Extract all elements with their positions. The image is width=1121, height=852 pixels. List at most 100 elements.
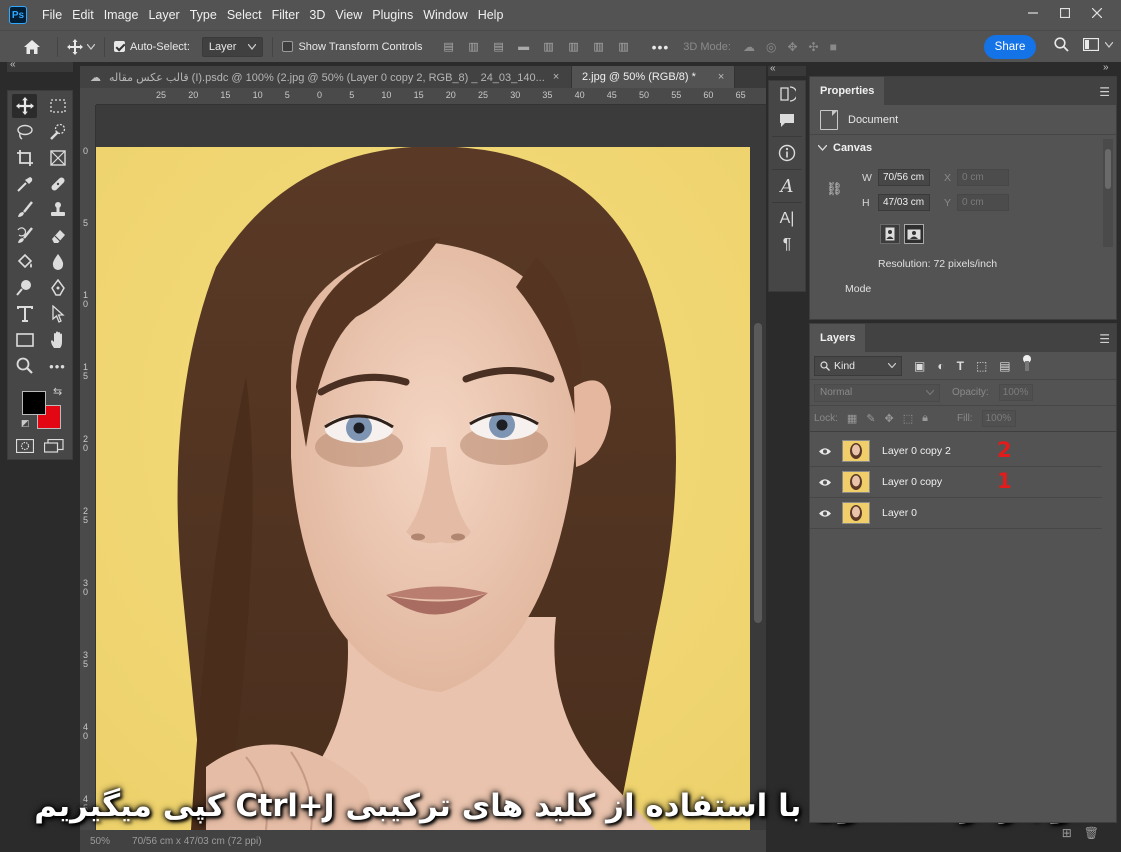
- menu-layer[interactable]: Layer: [143, 0, 184, 30]
- right-dock-collapse[interactable]: »: [1103, 62, 1117, 76]
- zoom-tool[interactable]: [8, 353, 41, 379]
- path-selection-tool[interactable]: [41, 301, 74, 327]
- history-brush-tool[interactable]: [8, 223, 41, 249]
- menu-file[interactable]: File: [37, 0, 67, 30]
- dodge-tool[interactable]: [8, 275, 41, 301]
- clone-stamp-tool[interactable]: [41, 197, 74, 223]
- crop-tool[interactable]: [8, 145, 41, 171]
- smart-object-filter-icon[interactable]: ▤: [999, 359, 1010, 373]
- lock-all-icon[interactable]: 🔒︎: [922, 412, 928, 425]
- visibility-toggle[interactable]: [810, 447, 840, 456]
- panel-menu-icon[interactable]: ☰: [1099, 332, 1110, 346]
- layer-row[interactable]: Layer 0 copy 2 2: [810, 436, 1102, 467]
- info-panel-button[interactable]: [769, 140, 805, 166]
- vertical-ruler[interactable]: 0 5 10 15 20 25 30 35 40 45: [80, 105, 96, 830]
- type-tool[interactable]: [8, 301, 41, 327]
- glyphs-panel-button[interactable]: A: [769, 173, 805, 199]
- tab-document-psdc[interactable]: ☁ قالب عکس مقاله (I).psdc @ 100% (2.jpg …: [80, 66, 572, 88]
- history-panel-button[interactable]: [769, 81, 805, 107]
- camera-3d-icon[interactable]: ■: [830, 40, 837, 54]
- lock-artboard-icon[interactable]: ⬚: [903, 412, 913, 425]
- more-tools-button[interactable]: •••: [41, 353, 74, 379]
- menu-type[interactable]: Type: [185, 0, 222, 30]
- tab-close-button[interactable]: ×: [718, 71, 724, 83]
- slide-3d-icon[interactable]: ✣: [809, 40, 819, 54]
- menu-edit[interactable]: Edit: [67, 0, 99, 30]
- pan-3d-icon[interactable]: ✥: [787, 40, 797, 54]
- align-middle-icon[interactable]: ▬: [518, 41, 530, 53]
- swap-colors-icon[interactable]: ⇆: [53, 385, 62, 398]
- roll-3d-icon[interactable]: ◎: [766, 40, 776, 54]
- rectangle-tool[interactable]: [8, 327, 41, 353]
- delete-layer-icon[interactable]: 🗑︎: [1084, 826, 1099, 840]
- lock-pixels-icon[interactable]: ✎: [866, 412, 875, 425]
- menu-filter[interactable]: Filter: [267, 0, 305, 30]
- align-left-icon[interactable]: ▤: [443, 41, 455, 53]
- opacity-field[interactable]: 100%: [998, 384, 1033, 401]
- canvas-section-header[interactable]: Canvas: [810, 135, 1116, 161]
- screen-mode-icon[interactable]: [43, 438, 64, 456]
- horizontal-ruler[interactable]: 25 20 15 10 5 0 5 10 15 20 25 30 35 40 45 50 55 60 65: [96, 88, 766, 105]
- eraser-tool[interactable]: [41, 223, 74, 249]
- link-dimensions-icon[interactable]: ⛓: [826, 181, 843, 197]
- canvas-image[interactable]: [96, 147, 750, 830]
- visibility-toggle[interactable]: [810, 478, 840, 487]
- layer-name[interactable]: Layer 0 copy: [882, 476, 942, 488]
- home-button[interactable]: [16, 33, 48, 61]
- y-field[interactable]: 0 cm: [957, 194, 1010, 211]
- new-layer-icon[interactable]: ⊞: [1062, 826, 1072, 840]
- menu-view[interactable]: View: [330, 0, 367, 30]
- filter-toggle[interactable]: [1022, 354, 1031, 373]
- pen-tool[interactable]: [41, 275, 74, 301]
- align-right-icon[interactable]: ▤: [493, 41, 505, 53]
- transform-controls-checkbox[interactable]: [282, 41, 294, 52]
- marquee-tool[interactable]: [41, 93, 74, 119]
- tab-close-button[interactable]: ×: [553, 71, 559, 83]
- properties-scrollbar[interactable]: [1103, 139, 1113, 247]
- align-top-icon[interactable]: ▥: [543, 41, 555, 53]
- blur-tool[interactable]: [41, 249, 74, 275]
- menu-help[interactable]: Help: [473, 0, 509, 30]
- layer-row[interactable]: Layer 0: [810, 498, 1102, 529]
- workspace-switcher[interactable]: [1083, 38, 1113, 51]
- auto-select-checkbox[interactable]: [114, 41, 125, 52]
- foreground-color-swatch[interactable]: [22, 391, 46, 415]
- lasso-tool[interactable]: [8, 119, 41, 145]
- tab-layers[interactable]: Layers: [810, 324, 866, 352]
- minimize-button[interactable]: [1017, 1, 1049, 25]
- menu-image[interactable]: Image: [99, 0, 144, 30]
- share-button[interactable]: Share: [984, 35, 1036, 59]
- menu-plugins[interactable]: Plugins: [367, 0, 418, 30]
- fill-field[interactable]: 100%: [981, 410, 1016, 427]
- layer-name[interactable]: Layer 0: [882, 507, 917, 519]
- align-vcenter-icon[interactable]: ▥: [568, 41, 580, 53]
- menu-select[interactable]: Select: [222, 0, 267, 30]
- type-filter-icon[interactable]: T: [957, 359, 964, 373]
- frame-tool[interactable]: [41, 145, 74, 171]
- adjustment-filter-icon[interactable]: ◐: [937, 359, 944, 373]
- eyedropper-tool[interactable]: [8, 171, 41, 197]
- brush-tool[interactable]: [8, 197, 41, 223]
- portrait-orientation-button[interactable]: [880, 224, 900, 244]
- orbit-3d-icon[interactable]: ☁: [743, 40, 755, 54]
- quick-mask-icon[interactable]: [15, 438, 35, 456]
- vertical-scrollbar[interactable]: [750, 105, 766, 830]
- lock-position-icon[interactable]: ✥: [885, 412, 894, 425]
- zoom-level[interactable]: 50%: [90, 836, 110, 847]
- tab-properties[interactable]: Properties: [810, 77, 885, 105]
- character-panel-button[interactable]: A|: [769, 206, 805, 232]
- height-field[interactable]: 47/03 cm: [878, 194, 930, 211]
- comments-panel-button[interactable]: [769, 107, 805, 133]
- width-field[interactable]: 70/56 cm: [878, 169, 930, 186]
- shape-filter-icon[interactable]: ⬚: [976, 359, 987, 373]
- tab-document-2jpg[interactable]: 2.jpg @ 50% (RGB/8) * ×: [572, 66, 736, 88]
- menu-3d[interactable]: 3D: [304, 0, 330, 30]
- filter-kind-dropdown[interactable]: Kind: [814, 355, 902, 376]
- move-tool[interactable]: [12, 94, 37, 118]
- blend-mode-dropdown[interactable]: Normal: [814, 383, 940, 402]
- scrollbar-thumb[interactable]: [754, 323, 762, 623]
- maximize-button[interactable]: [1049, 1, 1081, 25]
- align-bottom-icon[interactable]: ▥: [593, 41, 605, 53]
- paint-bucket-tool[interactable]: [8, 249, 41, 275]
- ruler-origin[interactable]: [80, 88, 96, 105]
